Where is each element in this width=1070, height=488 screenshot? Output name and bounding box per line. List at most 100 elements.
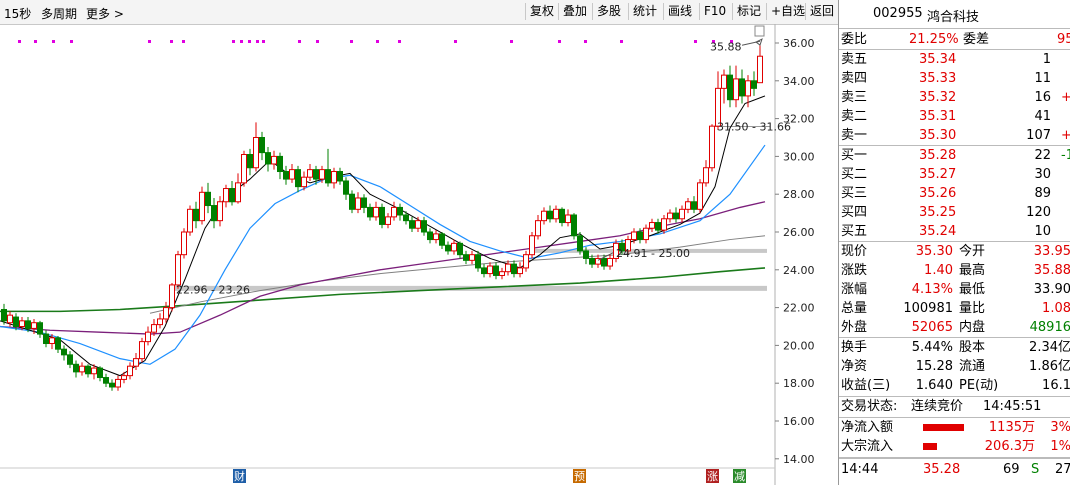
money-flow-row: 净流入额 1135万 3% bbox=[839, 418, 1070, 437]
restore-rights-button[interactable]: 复权 bbox=[525, 3, 558, 20]
candle-body-up bbox=[697, 182, 703, 210]
candle-body-down bbox=[409, 220, 415, 229]
candle-body-down bbox=[43, 333, 49, 345]
money-flow-bar bbox=[923, 424, 964, 431]
candle-body-down bbox=[337, 171, 343, 182]
stat-label: 最高 bbox=[959, 263, 986, 278]
weicha-label: 委差 bbox=[963, 32, 990, 47]
candle-body-up bbox=[133, 358, 139, 367]
event-marker-label: 涨 bbox=[707, 470, 718, 483]
overlay-button[interactable]: 叠加 bbox=[558, 3, 591, 20]
quote-stat-row: 总量 100981 量比 1.08 bbox=[839, 299, 1070, 318]
candle-body-up bbox=[451, 242, 457, 252]
candle-body-down bbox=[655, 222, 661, 231]
sell-level-label: 卖五 bbox=[841, 52, 868, 67]
buy-level-change: -1 bbox=[1061, 148, 1070, 163]
sell-level-change: +5 bbox=[1061, 128, 1070, 143]
candle-body-down bbox=[427, 231, 433, 241]
mark-button[interactable]: 标记 bbox=[732, 3, 765, 20]
add-watchlist-button[interactable]: +自选 bbox=[766, 3, 809, 20]
candle-body-up bbox=[433, 233, 439, 241]
candle-body-up bbox=[181, 231, 187, 256]
candle-body-down bbox=[25, 320, 31, 329]
buy-level-label: 买四 bbox=[841, 205, 868, 220]
candle-body-up bbox=[685, 201, 691, 210]
candle-body-up bbox=[199, 191, 205, 222]
candle-body-up bbox=[307, 169, 313, 178]
weibi-value: 21.25% bbox=[909, 32, 959, 47]
candle-body-up bbox=[553, 208, 559, 220]
signal-dot bbox=[232, 40, 235, 43]
stat-value: 33.95 bbox=[1033, 244, 1070, 259]
price-tick-label: 24.00 bbox=[783, 264, 815, 277]
more-menu[interactable]: 更多 > bbox=[86, 5, 124, 22]
candle-body-down bbox=[97, 367, 103, 379]
candle-body-up bbox=[757, 55, 763, 84]
candle-body-down bbox=[637, 231, 643, 241]
buy-level-label: 买三 bbox=[841, 186, 868, 201]
multi-stock-button[interactable]: 多股 bbox=[592, 3, 625, 20]
buy-level-price: 35.27 bbox=[919, 167, 957, 182]
candle-body-down bbox=[211, 205, 217, 222]
buy-level-price: 35.25 bbox=[919, 205, 957, 220]
money-flow-value: 206.3万 bbox=[984, 439, 1035, 454]
candle-body-down bbox=[13, 316, 19, 327]
sell-level-row: 卖三 35.32 16 +1 bbox=[839, 88, 1070, 107]
signal-dot bbox=[18, 40, 21, 43]
candle-body-down bbox=[463, 254, 469, 261]
stat-label: 量比 bbox=[959, 301, 986, 316]
candle-body-down bbox=[403, 214, 409, 222]
signal-dot bbox=[248, 40, 251, 43]
signal-dot bbox=[70, 40, 73, 43]
sell-level-label: 卖三 bbox=[841, 90, 868, 105]
buy-level-row: 买五 35.24 10 bbox=[839, 222, 1070, 241]
panel-divider bbox=[839, 458, 1070, 459]
sell-level-label: 卖二 bbox=[841, 109, 868, 124]
tick-volume: 69 bbox=[1003, 462, 1020, 477]
range-label: 24.91 - 25.00 bbox=[616, 247, 690, 260]
buy-level-price: 35.28 bbox=[919, 148, 957, 163]
stat-label: 换手 bbox=[841, 340, 868, 355]
stat-value: 100981 bbox=[903, 301, 953, 316]
candle-body-down bbox=[751, 80, 757, 89]
f10-button[interactable]: F10 bbox=[699, 3, 730, 20]
candle-body-down bbox=[313, 169, 319, 180]
candle-body-down bbox=[439, 233, 445, 246]
period-selector[interactable]: 15秒 bbox=[4, 5, 31, 22]
statistics-button[interactable]: 统计 bbox=[628, 3, 661, 20]
stat-label: 现价 bbox=[841, 244, 868, 259]
price-tick-label: 18.00 bbox=[783, 377, 815, 390]
kline-chart[interactable]: 36.00 34.00 32.00 30.00 28.00 26.00 24.00 22.00… bbox=[0, 24, 838, 485]
signal-dot bbox=[398, 40, 401, 43]
candle-body-down bbox=[673, 212, 679, 220]
candle-body-up bbox=[115, 378, 121, 388]
sell-level-price: 35.32 bbox=[919, 90, 957, 105]
quote-stat-row: 收益(三) 1.640 PE(动) 16.1 bbox=[839, 376, 1070, 395]
stat-label: 流通 bbox=[959, 359, 986, 374]
draw-line-button[interactable]: 画线 bbox=[663, 3, 696, 20]
sell-level-row: 卖五 35.34 1 bbox=[839, 50, 1070, 69]
stat-value: 1.08 bbox=[1042, 301, 1070, 316]
multi-period-button[interactable]: 多周期 bbox=[41, 5, 77, 22]
candle-body-down bbox=[547, 210, 553, 220]
signal-dot bbox=[454, 40, 457, 43]
candle-body-down bbox=[277, 155, 283, 173]
sell-level-price: 35.34 bbox=[919, 52, 957, 67]
candle-body-up bbox=[49, 337, 55, 345]
candle-body-up bbox=[667, 212, 673, 220]
candle-body-up bbox=[487, 265, 493, 275]
price-tick-label: 14.00 bbox=[783, 453, 815, 466]
signal-dot bbox=[182, 40, 185, 43]
back-button[interactable]: 返回 bbox=[805, 3, 838, 20]
candle-body-up bbox=[241, 154, 247, 184]
sell-level-price: 35.30 bbox=[919, 128, 957, 143]
candle-body-up bbox=[169, 284, 175, 309]
candle-body-up bbox=[499, 271, 505, 276]
candle-body-up bbox=[523, 254, 529, 269]
candle-body-up bbox=[709, 125, 715, 169]
candle-body-down bbox=[421, 220, 427, 233]
quote-stat-row: 外盘 52065 内盘 48916 bbox=[839, 318, 1070, 337]
candle-body-up bbox=[289, 169, 295, 180]
sell-level-label: 卖一 bbox=[841, 128, 868, 143]
candle-body-up bbox=[733, 78, 739, 101]
